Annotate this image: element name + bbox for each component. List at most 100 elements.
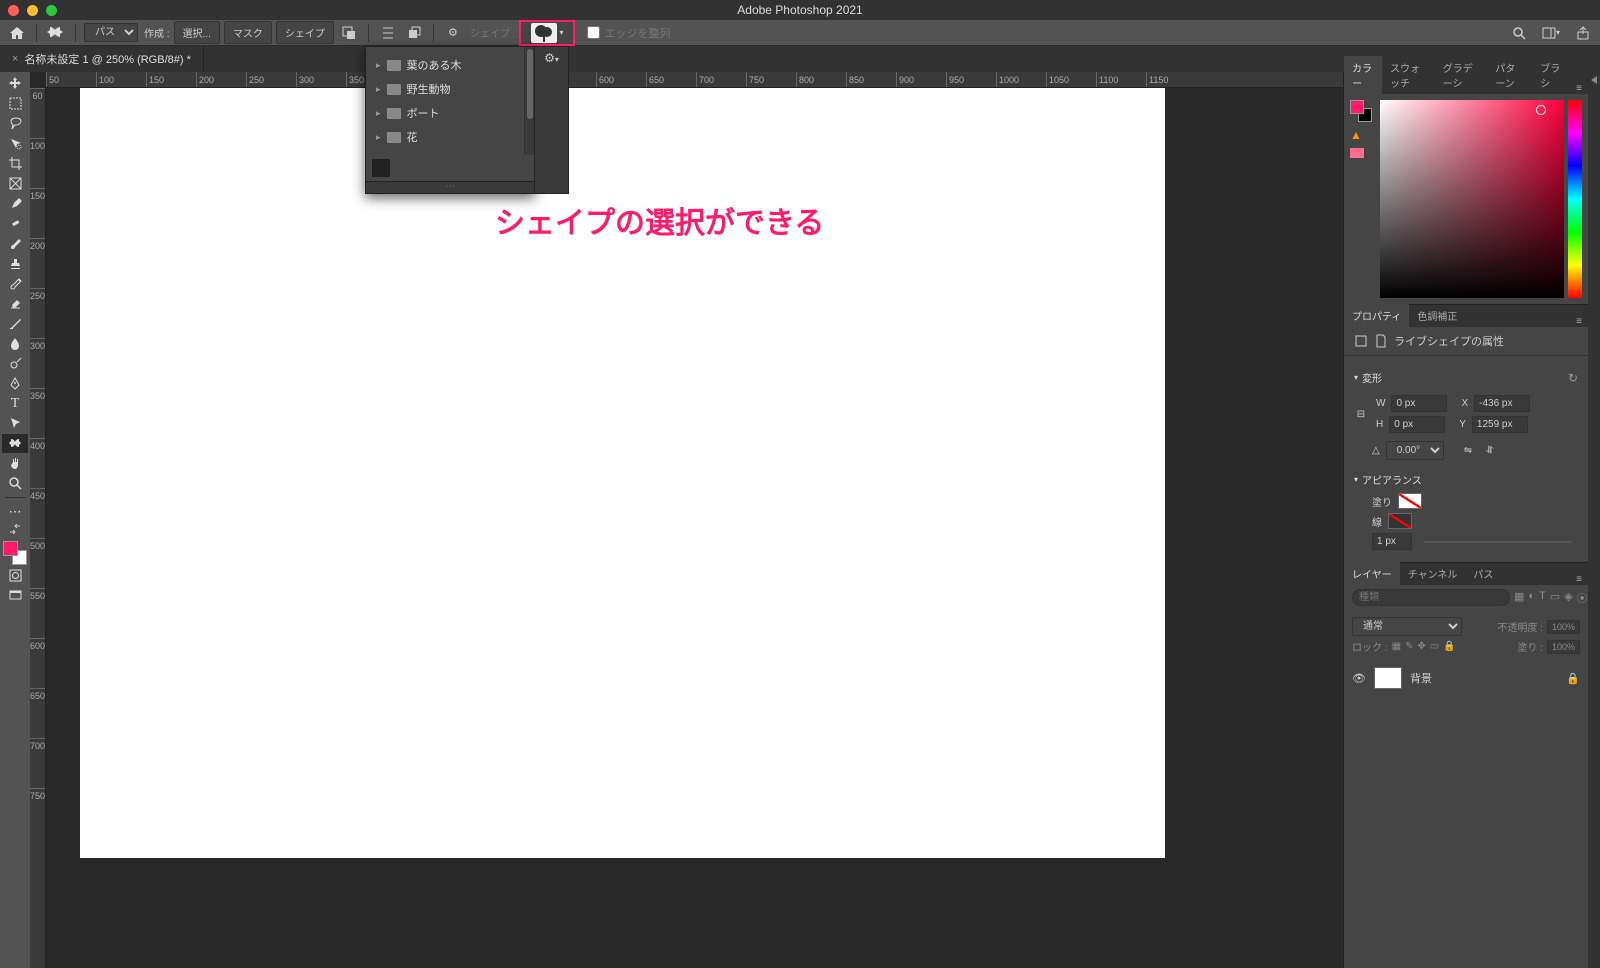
frame-tool[interactable] [2, 174, 28, 193]
gradient-tool[interactable] [2, 314, 28, 333]
document-canvas[interactable]: シェイプの選択ができる [80, 88, 1165, 858]
filter-adjust-icon[interactable]: ◐ [1528, 590, 1535, 606]
gear-icon[interactable]: ⚙ [442, 23, 464, 43]
document-tab[interactable]: × 名称未設定 1 @ 250% (RGB/8#) * [0, 46, 204, 72]
zoom-tool[interactable] [2, 474, 28, 493]
shape-picker[interactable]: ▾ [519, 20, 575, 46]
layer-filter-input[interactable] [1352, 589, 1510, 606]
layer-thumbnail[interactable] [1374, 667, 1402, 689]
tab-channels[interactable]: チャンネル [1400, 562, 1466, 585]
align-edges-checkbox[interactable]: エッジを整列 [587, 25, 670, 41]
quick-mask-icon[interactable] [2, 566, 28, 585]
home-button[interactable] [6, 23, 28, 43]
dropdown-resize-handle[interactable]: ⋯ [366, 181, 534, 193]
lock-all-icon[interactable]: 🔒 [1443, 641, 1455, 652]
pen-tool[interactable] [2, 374, 28, 393]
tab-adjustments[interactable]: 色調補正 [1409, 304, 1465, 327]
shape-folder-item[interactable]: ▸葉のある木 [366, 53, 524, 77]
close-tab-icon[interactable]: × [12, 53, 18, 65]
tab-brushes[interactable]: ブラシ [1532, 56, 1570, 94]
minimize-window-icon[interactable] [27, 5, 38, 16]
path-select-tool[interactable] [2, 414, 28, 433]
filter-smart-icon[interactable]: ◈ [1564, 590, 1572, 606]
layer-name[interactable]: 背景 [1410, 670, 1432, 686]
transform-section[interactable]: 変形 [1362, 370, 1382, 385]
color-fgbg[interactable] [1350, 100, 1372, 122]
make-selection-button[interactable]: 選択... [174, 21, 220, 44]
lock-icon[interactable]: 🔒 [1566, 672, 1580, 685]
stroke-swatch[interactable] [1388, 513, 1412, 529]
fgbg-colors[interactable] [3, 541, 27, 565]
dropdown-gear-icon[interactable]: ⚙▾ [544, 51, 559, 65]
collapse-icon[interactable] [1591, 76, 1597, 84]
crop-tool[interactable] [2, 154, 28, 173]
tab-layers[interactable]: レイヤー [1344, 562, 1400, 585]
edit-toolbar-icon[interactable]: ⋯ [2, 502, 28, 521]
healing-tool[interactable] [2, 214, 28, 233]
path-align-icon[interactable] [377, 23, 399, 43]
dodge-tool[interactable] [2, 354, 28, 373]
filter-shape-icon[interactable]: ▭ [1550, 590, 1560, 606]
search-icon[interactable] [1508, 23, 1530, 43]
stroke-width-input[interactable] [1372, 533, 1412, 550]
tab-paths[interactable]: パス [1465, 562, 1501, 585]
shape-button[interactable]: シェイプ [276, 21, 334, 44]
type-tool[interactable]: T [2, 394, 28, 413]
visibility-icon[interactable]: 👁 [1352, 672, 1366, 685]
eraser-tool[interactable] [2, 294, 28, 313]
lock-nest-icon[interactable]: ▭ [1430, 641, 1439, 652]
link-wh-icon[interactable]: ⊟ [1354, 409, 1368, 420]
gamut-swatch[interactable] [1350, 148, 1364, 158]
flip-v-icon[interactable]: ⥯ [1486, 445, 1493, 456]
opacity-value[interactable]: 100% [1547, 620, 1580, 634]
tab-patterns[interactable]: パターン [1487, 56, 1532, 94]
panel-menu-icon[interactable]: ≡ [1570, 316, 1588, 327]
x-input[interactable] [1474, 395, 1530, 412]
angle-input[interactable]: 0.00° [1386, 441, 1444, 460]
filter-type-icon[interactable]: T [1539, 590, 1546, 606]
tab-color[interactable]: カラー [1344, 56, 1382, 94]
shape-folder-item[interactable]: ▸野生動物 [366, 77, 524, 101]
quick-select-tool[interactable] [2, 134, 28, 153]
ruler-vertical[interactable]: 6010015020025030035040045050055060065070… [30, 88, 46, 968]
swap-colors-icon[interactable] [2, 522, 28, 536]
mode-select[interactable]: パス [84, 23, 138, 42]
y-input[interactable] [1472, 416, 1528, 433]
height-input[interactable] [1389, 416, 1445, 433]
hue-slider[interactable] [1568, 100, 1582, 298]
gamut-warning-icon[interactable]: ▲ [1350, 128, 1376, 142]
tab-properties[interactable]: プロパティ [1344, 304, 1409, 327]
stamp-tool[interactable] [2, 254, 28, 273]
panel-menu-icon[interactable]: ≡ [1570, 83, 1588, 94]
appearance-section[interactable]: アピアランス [1362, 472, 1422, 487]
history-brush-tool[interactable] [2, 274, 28, 293]
brush-tool[interactable] [2, 234, 28, 253]
shape-folder-item[interactable]: ▸ボート [366, 101, 524, 125]
lock-pos-icon[interactable]: ✥ [1417, 641, 1425, 652]
tool-preset-icon[interactable] [45, 23, 67, 43]
fill-opacity-value[interactable]: 100% [1547, 640, 1580, 654]
blend-mode-select[interactable]: 通常 [1352, 617, 1462, 636]
ruler-horizontal[interactable]: 5010015020025030035040045050055060065070… [46, 72, 1343, 88]
lasso-tool[interactable] [2, 114, 28, 133]
move-tool[interactable] [2, 74, 28, 93]
tab-gradients[interactable]: グラデーシ [1435, 56, 1488, 94]
path-operations-icon[interactable] [338, 23, 360, 43]
mask-button[interactable]: マスク [224, 21, 272, 44]
filter-pixel-icon[interactable]: ▦ [1514, 590, 1524, 606]
filter-toggle-icon[interactable]: ⦿ [1577, 590, 1588, 606]
maximize-window-icon[interactable] [46, 5, 57, 16]
width-input[interactable] [1391, 395, 1447, 412]
fill-swatch[interactable] [1398, 493, 1422, 509]
workspace-icon[interactable]: ▾ [1540, 23, 1562, 43]
marquee-tool[interactable] [2, 94, 28, 113]
lock-trans-icon[interactable]: ▦ [1392, 641, 1401, 652]
flip-h-icon[interactable]: ⇋ [1464, 445, 1472, 456]
dropdown-scrollbar[interactable] [524, 47, 534, 155]
screen-mode-icon[interactable] [2, 586, 28, 605]
custom-shape-tool[interactable] [2, 434, 28, 453]
path-arrange-icon[interactable] [403, 23, 425, 43]
share-icon[interactable] [1572, 23, 1594, 43]
close-window-icon[interactable] [8, 5, 19, 16]
panel-menu-icon[interactable]: ≡ [1570, 574, 1588, 585]
